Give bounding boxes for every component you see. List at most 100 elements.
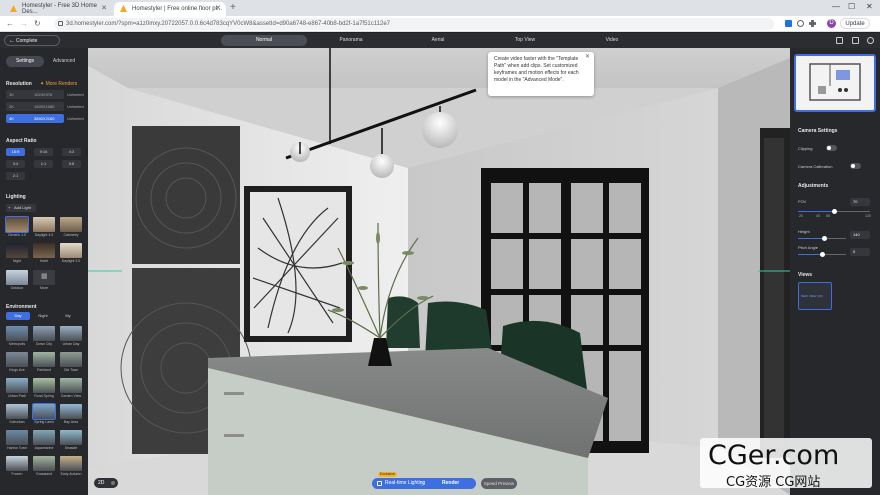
reload-icon[interactable]: ↻ [34, 19, 41, 28]
tab-normal[interactable]: Normal [221, 35, 307, 46]
floorplan-minimap[interactable] [794, 54, 876, 112]
more-renders-link[interactable]: ✦ More Renders [40, 81, 77, 87]
help-icon[interactable] [867, 37, 874, 44]
add-light-button[interactable]: + Add Light [6, 204, 36, 212]
realtime-lighting-checkbox[interactable] [377, 481, 382, 486]
height-input[interactable]: 140 [850, 231, 870, 239]
minimize-icon[interactable]: — [832, 2, 840, 11]
pitch-angle-slider[interactable] [798, 252, 846, 257]
env-thumb[interactable] [6, 326, 28, 341]
saved-view-card[interactable]: NEW VIEW (16) [798, 282, 832, 310]
extension-icon[interactable] [797, 20, 804, 27]
env-thumb[interactable] [6, 404, 28, 419]
info-icon[interactable]: ⓘ [420, 478, 424, 489]
back-arrow-icon[interactable]: ← [6, 19, 14, 28]
env-label: Spring Lawn [34, 420, 54, 424]
address-bar: ← → ↻ 3d.homestyler.com/?spm=a1z0mxy.207… [0, 16, 880, 32]
env-label: Garden View [60, 394, 82, 398]
pitch-angle-input[interactable]: 0 [850, 248, 870, 256]
env-thumb[interactable] [6, 430, 28, 445]
aspect-3-4[interactable]: 3:4 [6, 160, 25, 168]
wall-art-top [132, 126, 240, 264]
env-thumb[interactable] [6, 456, 28, 471]
env-thumb[interactable] [33, 378, 55, 393]
height-slider[interactable] [798, 236, 846, 241]
aspect-9-16[interactable]: 9:16 [34, 148, 53, 156]
tab-top-view[interactable]: Top View [482, 35, 568, 46]
env-thumb[interactable] [33, 456, 55, 471]
fov-tick: 55 [826, 214, 830, 218]
clipping-toggle[interactable] [826, 145, 837, 151]
env-tab-my[interactable]: My [56, 312, 80, 320]
aspect-2-1[interactable]: 2:1 [6, 172, 25, 180]
puzzle-icon[interactable] [809, 20, 816, 27]
profile-avatar[interactable]: D [827, 19, 836, 28]
env-thumb[interactable] [60, 326, 82, 341]
env-thumb[interactable] [32, 403, 56, 420]
env-thumb[interactable] [60, 378, 82, 393]
new-tab-icon[interactable]: + [230, 2, 236, 13]
tab-video[interactable]: Video [569, 35, 655, 46]
fov-input[interactable]: 70 [850, 198, 870, 206]
close-tab-icon[interactable]: ✕ [215, 4, 221, 12]
fov-slider[interactable] [798, 209, 870, 214]
render-button[interactable]: Real-time Lighting ⓘ Render [372, 478, 476, 489]
aspect-16-9[interactable]: 16:9 [6, 148, 25, 156]
env-tab-day[interactable]: Day [6, 312, 30, 320]
light-thumb-hotel[interactable] [33, 243, 55, 258]
res-quality: 4K [9, 116, 14, 121]
light-thumb-night[interactable] [6, 243, 28, 258]
close-window-icon[interactable]: ✕ [866, 2, 873, 11]
browser-tab[interactable]: Homestyler - Free 3D Home Des... ✕ [4, 2, 112, 16]
light-thumb-outdoor[interactable] [6, 270, 28, 285]
env-thumb[interactable] [60, 456, 82, 471]
env-thumb[interactable] [33, 326, 55, 341]
close-tab-icon[interactable]: ✕ [101, 4, 107, 12]
light-thumb-daylight3[interactable] [60, 243, 82, 258]
aspect-ratio-title: Aspect Ratio [6, 138, 37, 144]
speed-preview-button[interactable]: Speed Preview [481, 478, 517, 489]
aspect-5-8[interactable]: 5:8 [62, 160, 81, 168]
cabinet-handle [224, 392, 244, 395]
light-thumb-generic[interactable] [5, 216, 29, 233]
env-tab-night[interactable]: Night [31, 312, 55, 320]
tooltip-text: Create video faster with the "Template P… [494, 56, 579, 83]
screen-icon[interactable] [836, 37, 843, 44]
close-tooltip-icon[interactable]: ✕ [585, 54, 590, 61]
tab-title: Homestyler | Free online floor pl... [132, 6, 222, 12]
env-thumb[interactable] [6, 352, 28, 367]
fullscreen-icon[interactable] [852, 37, 859, 44]
download-icon[interactable] [785, 20, 792, 27]
camera-calibration-toggle[interactable] [850, 163, 861, 169]
env-thumb[interactable] [6, 378, 28, 393]
light-thumb-daylight4[interactable] [33, 217, 55, 232]
light-thumb-cabinetry[interactable] [60, 217, 82, 232]
back-arrow-icon: ← [9, 38, 15, 44]
env-thumb[interactable] [60, 352, 82, 367]
env-thumb[interactable] [33, 352, 55, 367]
url-field[interactable]: 3d.homestyler.com/?spm=a1z0mxy.20722057.… [54, 18, 774, 30]
light-thumb-more[interactable]: ▦ [33, 270, 55, 285]
tab-settings[interactable]: Settings [6, 56, 44, 67]
env-thumb[interactable] [60, 430, 82, 445]
tab-advanced[interactable]: Advanced [45, 56, 83, 67]
update-button[interactable]: Update [840, 18, 870, 29]
2d-toggle-button[interactable]: 2D [94, 478, 118, 488]
env-thumb[interactable] [60, 404, 82, 419]
height-label: Height [798, 229, 810, 234]
forward-arrow-icon[interactable]: → [20, 19, 28, 28]
aspect-4-3[interactable]: 4:3 [62, 148, 81, 156]
env-thumb[interactable] [33, 430, 55, 445]
tab-aerial[interactable]: Aerial [395, 35, 481, 46]
environment-title: Environment [6, 304, 37, 310]
browser-tab-active[interactable]: Homestyler | Free online floor pl... ✕ [114, 2, 226, 16]
maximize-icon[interactable]: ☐ [848, 2, 855, 11]
resolution-option-2k[interactable]: 2K 1920X1080 Unlimited [6, 102, 84, 111]
resolution-option-4k[interactable]: 4K 3840X2160 Unlimited [6, 114, 84, 123]
render-viewport[interactable] [88, 48, 790, 495]
tab-panorama[interactable]: Panorama [308, 35, 394, 46]
resolution-option-1k[interactable]: 1K 1024X576 Unlimited [6, 90, 84, 99]
complete-rendering-button[interactable]: ← Complete rendering [4, 35, 60, 54]
res-quality: 1K [9, 92, 14, 97]
aspect-1-1[interactable]: 1:1 [34, 160, 53, 168]
